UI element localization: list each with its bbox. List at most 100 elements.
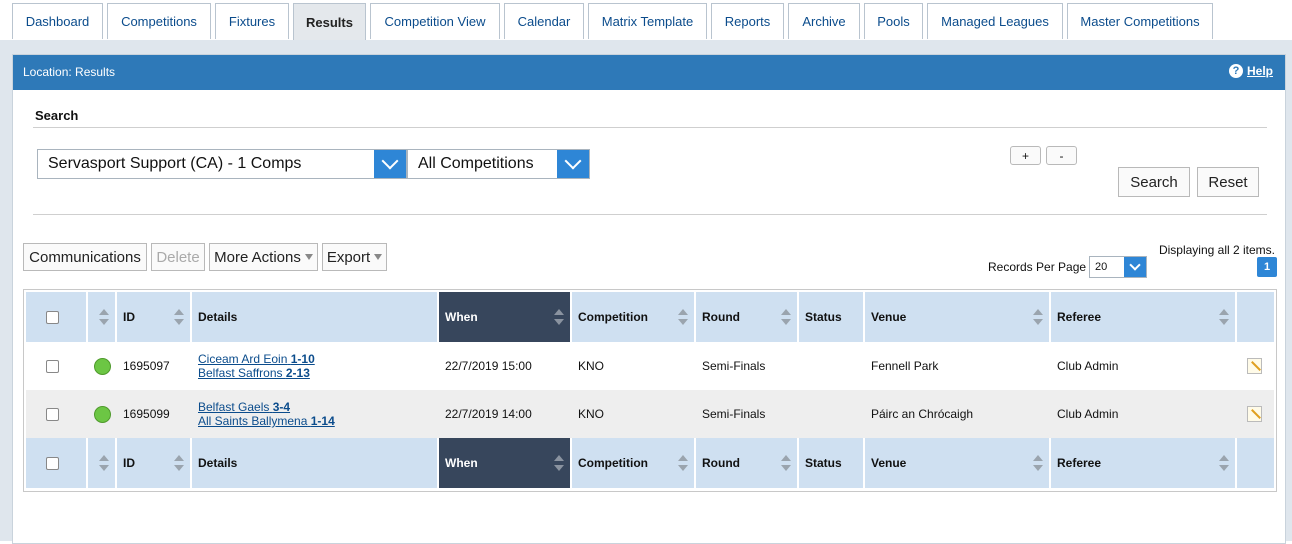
caret-down-icon [374,254,383,260]
help-link[interactable]: ? Help [1228,64,1273,78]
footer-competition[interactable]: Competition [572,438,696,488]
expand-button[interactable]: + [1010,146,1041,165]
table-row: 1695097 Ciceam Ard Eoin 1-10 Belfast Saf… [26,342,1274,390]
tab-archive[interactable]: Archive [788,3,860,39]
tab-competitions[interactable]: Competitions [107,3,211,39]
tab-pools[interactable]: Pools [864,3,923,39]
location-text: Location: Results [23,65,116,79]
top-tab-bar: Dashboard Competitions Fixtures Results … [0,0,1292,41]
header-when-label: When [445,310,478,324]
header-round-label: Round [702,310,740,324]
row-status [799,390,865,438]
header-venue-label: Venue [871,310,907,324]
fixture-link[interactable]: All Saints Ballymena 1-14 [198,414,335,428]
more-actions-label: More Actions [214,248,301,266]
search-button[interactable]: Search [1118,167,1190,197]
organisation-select[interactable]: Servasport Support (CA) - 1 Comps [37,149,407,179]
caret-down-icon [304,254,313,260]
edit-icon[interactable] [1247,358,1262,374]
footer-venue-label: Venue [871,456,907,470]
tab-matrix-template[interactable]: Matrix Template [588,3,707,39]
select-all-checkbox[interactable] [46,456,59,470]
table-row: 1695099 Belfast Gaels 3-4 All Saints Bal… [26,390,1274,438]
tab-results[interactable]: Results [293,3,366,41]
footer-referee[interactable]: Referee [1051,438,1237,488]
tab-reports[interactable]: Reports [711,3,784,39]
delete-button[interactable]: Delete [151,243,205,271]
tab-managed-leagues[interactable]: Managed Leagues [927,3,1063,39]
header-venue[interactable]: Venue [865,292,1051,342]
row-venue: Páirc an Chrócaigh [871,407,974,421]
footer-when[interactable]: When [439,438,572,488]
sort-icon [678,455,688,471]
footer-when-label: When [445,456,478,470]
sort-icon [678,309,688,325]
records-per-page-select[interactable]: 20 [1089,256,1147,278]
chevron-down-icon [557,150,589,178]
row-referee: Club Admin [1057,407,1119,421]
row-select-cell [26,390,88,438]
sort-icon [554,455,564,471]
tab-fixtures[interactable]: Fixtures [215,3,289,39]
tab-master-competitions[interactable]: Master Competitions [1067,3,1213,39]
footer-round-label: Round [702,456,740,470]
sort-icon [781,309,791,325]
status-dot-icon [94,405,111,423]
competition-select[interactable]: All Competitions [407,149,590,179]
competition-select-value: All Competitions [418,155,534,172]
select-all-cell [26,292,88,342]
team-score: 1-10 [290,352,315,366]
status-indicator-header[interactable] [88,292,117,342]
team-score: 1-14 [310,414,335,428]
team-score: 3-4 [272,400,291,414]
sort-icon [554,309,564,325]
tab-calendar[interactable]: Calendar [504,3,584,39]
header-round[interactable]: Round [696,292,799,342]
reset-button[interactable]: Reset [1197,167,1259,197]
row-checkbox[interactable] [46,359,59,373]
tab-competition-view[interactable]: Competition View [370,3,500,39]
row-checkbox[interactable] [46,407,59,421]
edit-icon[interactable] [1247,406,1262,422]
team-name: Belfast Saffrons [198,366,283,380]
tab-dashboard[interactable]: Dashboard [12,3,103,39]
sort-icon [99,309,109,325]
team-name: All Saints Ballymena [198,414,308,428]
page-number-button[interactable]: 1 [1257,257,1277,277]
fixture-link[interactable]: Ciceam Ard Eoin 1-10 [198,352,315,366]
row-round: Semi-Finals [702,407,766,421]
header-competition-label: Competition [578,310,648,324]
team-name: Belfast Gaels [198,400,270,414]
collapse-button[interactable]: - [1046,146,1077,165]
sort-icon [1219,455,1229,471]
header-referee[interactable]: Referee [1051,292,1237,342]
records-per-page-value: 20 [1095,261,1108,273]
status-indicator-header[interactable] [88,438,117,488]
footer-venue[interactable]: Venue [865,438,1051,488]
team-score: 2-13 [285,366,310,380]
divider [33,127,1267,128]
sort-icon [781,455,791,471]
fixture-link[interactable]: Belfast Gaels 3-4 [198,400,335,414]
header-id[interactable]: ID [117,292,192,342]
footer-status: Status [799,438,865,488]
table-header-row: ID Details When Competition Round Status… [26,292,1274,342]
select-all-checkbox[interactable] [46,310,59,324]
footer-round[interactable]: Round [696,438,799,488]
more-actions-button[interactable]: More Actions [209,243,318,271]
row-status [799,342,865,390]
communications-button[interactable]: Communications [23,243,147,271]
row-venue: Fennell Park [871,359,939,373]
help-label: Help [1246,64,1273,78]
header-when[interactable]: When [439,292,572,342]
row-competition: KNO [578,407,605,421]
footer-id[interactable]: ID [117,438,192,488]
row-id: 1695097 [123,359,170,373]
status-dot-icon [94,357,111,375]
sort-icon [99,455,109,471]
header-competition[interactable]: Competition [572,292,696,342]
export-button[interactable]: Export [322,243,387,271]
fixture-link[interactable]: Belfast Saffrons 2-13 [198,366,315,380]
results-panel: Location: Results ? Help Search Servaspo… [12,54,1286,544]
footer-id-label: ID [123,456,135,470]
